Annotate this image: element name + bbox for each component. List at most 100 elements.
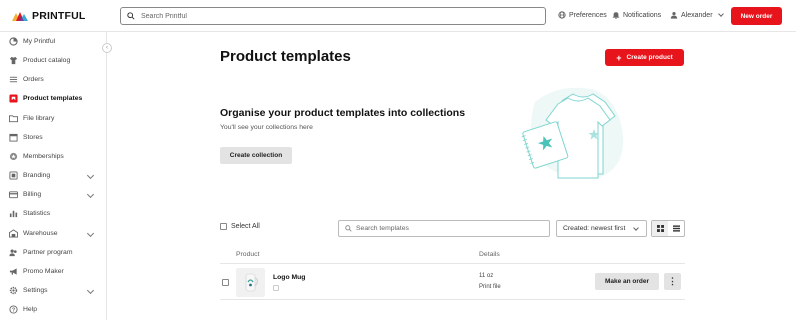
- chevron-down-icon: [717, 11, 724, 17]
- megaphone-icon: [9, 267, 18, 276]
- chevron-down-icon: [86, 191, 95, 199]
- sidebar-item-billing[interactable]: Billing: [0, 185, 106, 204]
- folder-icon: [9, 114, 18, 123]
- row-checkbox[interactable]: [222, 279, 229, 286]
- chevron-down-icon: [86, 286, 95, 294]
- printful-logo[interactable]: PRINTFUL: [12, 10, 86, 22]
- product-print-file: Print file: [479, 284, 501, 290]
- list-icon: [9, 75, 18, 84]
- list-icon: [672, 225, 680, 232]
- sidebar-item-partner-program[interactable]: Partner program: [0, 243, 106, 262]
- gear-icon: [9, 286, 18, 295]
- create-collection-button[interactable]: Create collection: [220, 147, 292, 164]
- user-icon: [670, 12, 678, 19]
- sidebar-item-statistics[interactable]: Statistics: [0, 204, 106, 223]
- sidebar-item-product-templates[interactable]: Product templates: [0, 89, 106, 108]
- sidebar-item-product-catalog[interactable]: Product catalog: [0, 51, 106, 70]
- page-title: Product templates: [220, 48, 351, 65]
- global-search-input[interactable]: [141, 12, 521, 20]
- create-product-label: Create product: [626, 54, 673, 61]
- sort-select[interactable]: Created: newest first: [556, 220, 647, 237]
- template-search[interactable]: [338, 220, 550, 237]
- chevron-down-icon: [86, 172, 95, 180]
- make-an-order-button[interactable]: Make an order: [595, 273, 659, 290]
- sidebar-item-label: Orders: [23, 76, 44, 84]
- select-all[interactable]: Select All: [220, 223, 260, 230]
- card-icon: [9, 190, 18, 199]
- template-icon: [9, 94, 18, 103]
- sidebar-item-branding[interactable]: Branding: [0, 166, 106, 185]
- sidebar-item-my-printful[interactable]: My Printful: [0, 32, 106, 51]
- mug-image: [245, 273, 259, 292]
- top-bar: PRINTFUL Preferences Notifications Alexa…: [0, 0, 796, 32]
- sidebar-item-label: Statistics: [23, 210, 51, 218]
- sidebar-item-settings[interactable]: Settings: [0, 281, 106, 300]
- sidebar-item-stores[interactable]: Stores: [0, 128, 106, 147]
- notifications-link[interactable]: Notifications: [612, 11, 661, 19]
- select-all-checkbox[interactable]: [220, 223, 227, 230]
- notifications-label: Notifications: [623, 11, 662, 19]
- sidebar-item-warehouse[interactable]: Warehouse: [0, 224, 106, 243]
- product-size: 11 oz: [479, 273, 494, 279]
- sidebar-item-label: Warehouse: [23, 229, 58, 237]
- list-view-button[interactable]: [668, 221, 684, 236]
- sidebar-item-label: Billing: [23, 191, 42, 199]
- sidebar-item-promo-maker[interactable]: Promo Maker: [0, 262, 106, 281]
- select-all-label: Select All: [231, 223, 260, 230]
- chevron-left-icon: ‹: [106, 45, 108, 51]
- collections-illustration: [521, 87, 624, 179]
- sidebar-item-label: Promo Maker: [23, 267, 64, 275]
- logo-text: PRINTFUL: [32, 10, 86, 22]
- svg-text:?: ?: [12, 308, 15, 314]
- more-vertical-icon: ⋮: [668, 276, 677, 286]
- sidebar-item-label: Memberships: [23, 152, 64, 160]
- sidebar-item-label: Branding: [23, 172, 51, 180]
- branding-icon: [9, 171, 18, 180]
- more-options-button[interactable]: ⋮: [664, 273, 681, 290]
- stats-icon: [9, 209, 18, 218]
- sidebar-item-label: Stores: [23, 133, 43, 141]
- store-icon: [9, 133, 18, 142]
- sidebar-item-label: Settings: [23, 286, 48, 294]
- sidebar-item-label: Partner program: [23, 248, 73, 256]
- sidebar-item-label: Help: [23, 306, 37, 314]
- preferences-label: Preferences: [569, 11, 607, 19]
- view-toggle: [651, 220, 685, 237]
- preferences-link[interactable]: Preferences: [558, 11, 607, 19]
- sidebar-item-label: Product catalog: [23, 57, 71, 65]
- user-menu[interactable]: Alexander: [670, 11, 724, 19]
- product-thumbnail[interactable]: [236, 268, 265, 297]
- sidebar-item-label: My Printful: [23, 38, 56, 45]
- sort-value: Created: newest first: [563, 225, 626, 232]
- plus-icon: +: [616, 52, 622, 63]
- global-search[interactable]: [120, 7, 546, 25]
- grid-icon: [656, 225, 664, 232]
- sidebar-item-help[interactable]: ? Help: [0, 300, 106, 319]
- user-name: Alexander: [681, 11, 713, 19]
- warehouse-icon: [9, 228, 18, 238]
- template-search-input[interactable]: [356, 225, 445, 232]
- help-icon: ?: [9, 305, 18, 314]
- partner-icon: [9, 248, 18, 257]
- product-status-box: [273, 285, 279, 291]
- search-icon: [345, 225, 352, 232]
- create-product-button[interactable]: + Create product: [605, 49, 684, 66]
- chevron-down-icon: [633, 225, 639, 231]
- table-header: Product Details: [220, 246, 685, 264]
- new-order-button[interactable]: New order: [731, 7, 782, 25]
- sidebar-item-file-library[interactable]: File library: [0, 109, 106, 128]
- product-name[interactable]: Logo Mug: [273, 274, 305, 281]
- sidebar-item-memberships[interactable]: Memberships: [0, 147, 106, 166]
- collections-subtitle: You'll see your collections here: [220, 124, 313, 131]
- bell-icon: [612, 12, 620, 19]
- collapse-sidebar-button[interactable]: ‹: [102, 43, 112, 53]
- grid-view-button[interactable]: [652, 221, 668, 236]
- sidebar-item-label: File library: [23, 114, 55, 122]
- membership-icon: [9, 152, 18, 161]
- column-header-details: Details: [479, 251, 500, 258]
- search-icon: [127, 12, 135, 20]
- column-header-product: Product: [236, 251, 260, 258]
- sidebar-item-orders[interactable]: Orders: [0, 70, 106, 89]
- table-row[interactable]: Logo Mug 11 oz Print file Make an order …: [220, 264, 685, 300]
- shirt-icon: [9, 56, 18, 65]
